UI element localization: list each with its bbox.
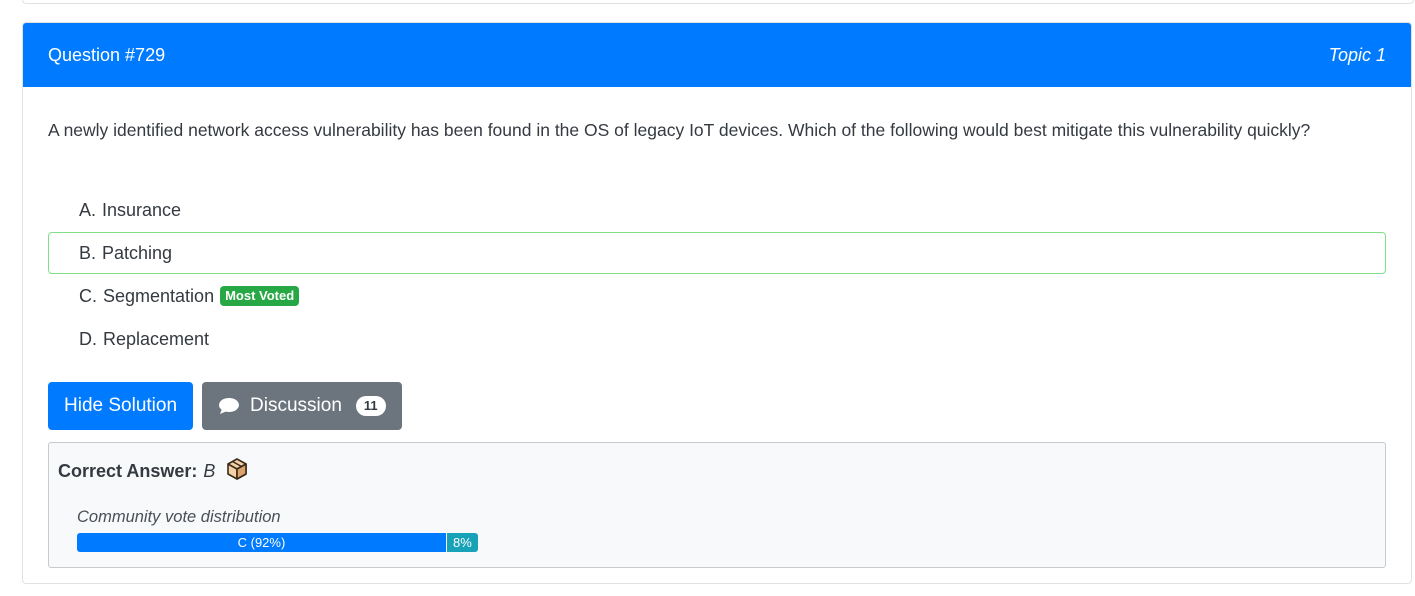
choice-letter: C. bbox=[79, 285, 97, 306]
choice-a[interactable]: A. Insurance bbox=[48, 189, 1386, 231]
question-card: Question #729 Topic 1 A newly identified… bbox=[22, 22, 1412, 584]
choice-text: Insurance bbox=[102, 199, 182, 220]
discussion-button[interactable]: Discussion 11 bbox=[202, 382, 402, 430]
answer-panel: Correct Answer: B Community vote distrib… bbox=[48, 442, 1386, 568]
vote-segment-c: C (92%) bbox=[77, 533, 446, 552]
correct-answer-value: B bbox=[203, 461, 216, 481]
choice-text: Segmentation bbox=[103, 285, 215, 306]
choice-d[interactable]: D. Replacement bbox=[48, 318, 1386, 360]
correct-answer-line: Correct Answer: B bbox=[58, 457, 1376, 486]
speech-bubble-icon bbox=[218, 397, 240, 415]
topic-label: Topic 1 bbox=[1328, 44, 1386, 65]
choice-c[interactable]: C. Segmentation Most Voted bbox=[48, 275, 1386, 317]
choice-letter: D. bbox=[79, 328, 97, 349]
correct-answer-label: Correct Answer: bbox=[58, 461, 198, 481]
choice-letter: A. bbox=[79, 199, 97, 220]
previous-card-edge bbox=[22, 0, 1414, 4]
choice-b-correct[interactable]: B. Patching bbox=[48, 232, 1386, 274]
answer-box-icon bbox=[225, 457, 249, 486]
question-text: A newly identified network access vulner… bbox=[48, 120, 1311, 140]
hide-solution-button[interactable]: Hide Solution bbox=[48, 382, 194, 430]
question-body: A newly identified network access vulner… bbox=[23, 119, 1411, 568]
vote-segment-other: 8% bbox=[445, 533, 478, 552]
discussion-label: Discussion bbox=[250, 395, 342, 416]
question-header: Question #729 Topic 1 bbox=[23, 23, 1411, 87]
vote-distribution-bar: C (92%) 8% bbox=[77, 533, 478, 552]
question-number: Question #729 bbox=[48, 44, 166, 65]
choice-text: Patching bbox=[102, 242, 173, 263]
choice-text: Replacement bbox=[103, 328, 210, 349]
action-buttons: Hide Solution Discussion 11 bbox=[48, 382, 1386, 430]
choice-list: A. Insurance B. Patching C. Segmentation… bbox=[48, 189, 1386, 360]
most-voted-badge: Most Voted bbox=[220, 286, 300, 306]
discussion-count-badge: 11 bbox=[355, 396, 386, 416]
choice-letter: B. bbox=[79, 242, 97, 263]
vote-distribution-title: Community vote distribution bbox=[77, 508, 281, 526]
